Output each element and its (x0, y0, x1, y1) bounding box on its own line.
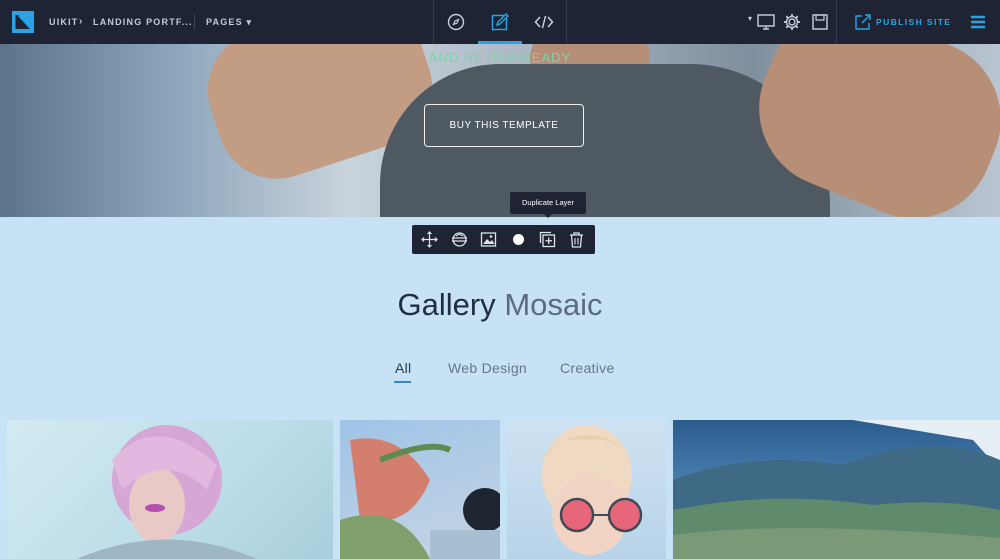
caret-down-icon[interactable]: ▾ (748, 14, 752, 23)
filter-all[interactable]: All (395, 360, 411, 376)
hero-tagline: AND RETINA READY (428, 50, 572, 65)
hero-section: AND RETINA READY BUY THIS TEMPLATE (0, 44, 1000, 217)
image-icon[interactable] (480, 231, 497, 248)
breadcrumb-chevron-icon: › (79, 16, 84, 27)
save-icon[interactable] (810, 12, 830, 32)
logo-icon[interactable] (12, 11, 34, 33)
swap-icon[interactable] (451, 231, 468, 248)
gallery-title-light: Mosaic (504, 287, 603, 322)
brand-label[interactable]: UIKIT (49, 0, 79, 44)
buy-template-button[interactable]: BUY THIS TEMPLATE (424, 104, 584, 147)
gallery-image[interactable] (507, 420, 666, 559)
pages-dropdown[interactable]: PAGES ▾ (206, 0, 252, 44)
publish-icon[interactable] (853, 12, 873, 32)
gallery-image[interactable] (7, 420, 333, 559)
layer-toolbar (412, 225, 595, 254)
filter-creative[interactable]: Creative (560, 360, 615, 376)
move-icon[interactable] (421, 231, 438, 248)
circle-icon[interactable] (510, 231, 527, 248)
publish-site-button[interactable]: PUBLISH SITE (876, 0, 951, 44)
gallery-title-bold: Gallery (397, 287, 496, 322)
edit-icon[interactable] (490, 12, 510, 32)
divider (836, 0, 837, 44)
compass-icon[interactable] (446, 12, 466, 32)
project-name[interactable]: LANDING PORTF... (93, 0, 193, 44)
divider (566, 0, 567, 44)
duplicate-icon[interactable] (539, 231, 556, 248)
code-icon[interactable] (534, 12, 554, 32)
gallery-image[interactable] (340, 420, 500, 559)
tooltip: Duplicate Layer (510, 192, 586, 218)
gallery-image[interactable] (673, 420, 1000, 559)
active-filter-underline (394, 381, 411, 383)
gallery-title: Gallery Mosaic (0, 287, 1000, 323)
trash-icon[interactable] (568, 231, 585, 248)
desktop-icon[interactable] (756, 12, 776, 32)
divider (433, 0, 434, 44)
top-bar: UIKIT › LANDING PORTF... PAGES ▾ ▾ PUBLI… (0, 0, 1000, 44)
gear-icon[interactable] (782, 12, 802, 32)
menu-icon[interactable] (968, 12, 988, 32)
caret-down-icon: ▾ (246, 17, 253, 27)
filter-web-design[interactable]: Web Design (448, 360, 527, 376)
divider (194, 14, 195, 30)
